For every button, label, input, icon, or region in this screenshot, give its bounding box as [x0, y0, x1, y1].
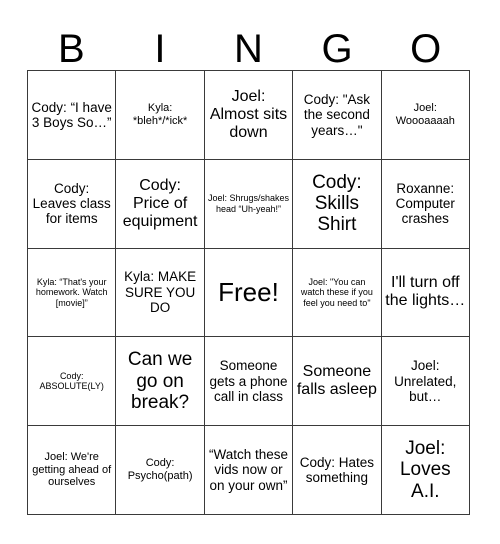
bingo-cell-text: Someone falls asleep [296, 363, 377, 399]
bingo-cell-text: Joel: Almost sits down [209, 87, 288, 141]
bingo-cell-text: “Watch these vids now or on your own” [208, 447, 288, 493]
bingo-header: B I N G O [27, 18, 470, 70]
bingo-cell-o3[interactable]: I'll turn off the lights… [381, 248, 470, 338]
bingo-header-letter-g: G [321, 27, 353, 71]
bingo-cell-text: Roxanne: Computer crashes [395, 180, 455, 227]
bingo-cell-i3[interactable]: Kyla: MAKE SURE YOU DO [116, 248, 205, 338]
bingo-cell-text: Cody: Hates something [299, 454, 375, 486]
bingo-cell-text: Cody: Skills Shirt [312, 171, 362, 236]
bingo-cell-text: Cody: ABSOLUTE(LY) [39, 370, 104, 392]
bingo-cell-text: Joel: Loves A.I. [399, 438, 451, 502]
bingo-cell-g3[interactable]: Joel: "You can watch these if you feel y… [293, 248, 382, 338]
bingo-cell-b3[interactable]: Kyla: “That's your homework. Watch [movi… [28, 248, 117, 338]
bingo-cell-o5[interactable]: Joel: Loves A.I. [381, 426, 470, 515]
bingo-cell-text: Joel: Woooaaaah [395, 102, 455, 127]
bingo-cell-n4[interactable]: Someone gets a phone call in class [204, 337, 294, 427]
bingo-cell-b1[interactable]: Cody: “I have 3 Boys So…” [28, 71, 117, 160]
bingo-cell-i2[interactable]: Cody: Price of equipment [116, 159, 205, 249]
bingo-cell-text: Someone gets a phone call in class [209, 358, 288, 404]
bingo-cell-text: Cody: "Ask the second years…" [303, 91, 371, 138]
bingo-cell-g1[interactable]: Cody: "Ask the second years…" [293, 71, 382, 160]
bingo-cell-text: Joel: Unrelated, but… [394, 358, 457, 404]
bingo-card: B I N G O Cody: “I have 3 Boys So…” Kyla… [0, 0, 500, 544]
bingo-cell-text: Can we go on break? [127, 349, 193, 413]
bingo-cell-n1[interactable]: Joel: Almost sits down [204, 71, 294, 160]
bingo-cell-o4[interactable]: Joel: Unrelated, but… [381, 337, 470, 427]
bingo-header-letter-n: N [234, 27, 263, 71]
bingo-cell-free[interactable]: Free! [204, 248, 294, 338]
bingo-cell-b2[interactable]: Cody: Leaves class for items [28, 159, 117, 249]
bingo-cell-n2[interactable]: Joel: Shrugs/shakes head “Uh-yeah!” [204, 159, 294, 249]
bingo-cell-text: Cody: Price of equipment [122, 176, 198, 230]
bingo-cell-text: Cody: “I have 3 Boys So…” [31, 99, 112, 130]
bingo-header-letter-b: B [57, 27, 85, 71]
bingo-cell-i5[interactable]: Cody: Psycho(path) [116, 426, 205, 515]
bingo-cell-i4[interactable]: Can we go on break? [116, 337, 205, 427]
bingo-cell-n5[interactable]: “Watch these vids now or on your own” [204, 426, 294, 515]
bingo-cell-text: Kyla: MAKE SURE YOU DO [124, 269, 197, 316]
bingo-cell-o2[interactable]: Roxanne: Computer crashes [381, 159, 470, 249]
bingo-cell-text: Kyla: *bleh*/*ick* [132, 102, 188, 127]
bingo-cell-g4[interactable]: Someone falls asleep [293, 337, 382, 427]
bingo-cell-text: Cody: Leaves class for items [32, 180, 111, 227]
bingo-cell-o1[interactable]: Joel: Woooaaaah [381, 71, 470, 160]
bingo-grid: Cody: “I have 3 Boys So…” Kyla: *bleh*/*… [27, 70, 470, 515]
bingo-cell-text: I'll turn off the lights… [385, 274, 466, 310]
bingo-cell-b5[interactable]: Joel: We're getting ahead of ourselves [28, 426, 117, 515]
bingo-free-space-text: Free! [218, 277, 279, 308]
bingo-cell-b4[interactable]: Cody: ABSOLUTE(LY) [28, 337, 117, 427]
bingo-header-letter-i: I [154, 27, 166, 71]
bingo-cell-g5[interactable]: Cody: Hates something [293, 426, 382, 515]
bingo-cell-g2[interactable]: Cody: Skills Shirt [293, 159, 382, 249]
bingo-cell-i1[interactable]: Kyla: *bleh*/*ick* [116, 71, 205, 160]
bingo-cell-text: Cody: Psycho(path) [127, 457, 193, 483]
bingo-cell-text: Joel: We're getting ahead of ourselves [32, 450, 112, 489]
bingo-cell-text: Kyla: “That's your homework. Watch [movi… [35, 276, 108, 308]
bingo-cell-text: Joel: Shrugs/shakes head “Uh-yeah!” [207, 193, 290, 214]
bingo-header-letter-o: O [410, 27, 442, 71]
bingo-cell-text: Joel: "You can watch these if you feel y… [300, 276, 373, 308]
